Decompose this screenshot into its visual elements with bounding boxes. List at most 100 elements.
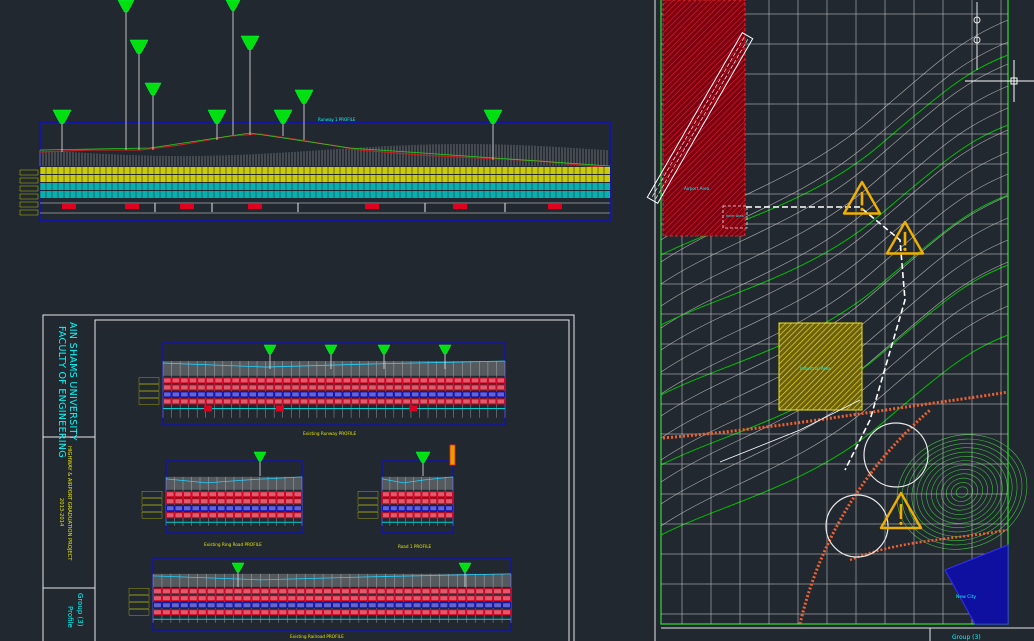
band-cell: [485, 589, 493, 594]
band-cell: [359, 589, 367, 594]
band-cell: [162, 603, 170, 608]
industrial-area-zone[interactable]: Industrial Area: [778, 322, 863, 411]
band-cell: [218, 492, 225, 497]
warning-dot: [860, 207, 864, 211]
band-cell: [175, 499, 182, 504]
band-cell: [162, 610, 170, 615]
band-cell: [216, 610, 224, 615]
band-cell: [198, 610, 206, 615]
band-cell: [488, 392, 496, 397]
band-cell: [240, 392, 248, 397]
band-cell: [252, 499, 259, 504]
band-cell: [333, 596, 340, 601]
curve-mark: [125, 204, 139, 209]
band-cell: [249, 385, 257, 390]
band-cell: [300, 399, 308, 404]
band-cell: [471, 378, 479, 383]
band-cell: [485, 603, 493, 608]
band-cell: [463, 385, 470, 390]
band-cell: [232, 399, 239, 404]
band-cell: [431, 589, 439, 594]
band-cell: [206, 392, 214, 397]
band-cell: [198, 589, 206, 594]
band-cell: [414, 492, 421, 497]
band-cell: [422, 492, 429, 497]
band-cell: [189, 385, 197, 390]
band-cell: [198, 385, 205, 390]
industrial-area-label: Industrial Area: [800, 366, 831, 371]
band-cell: [359, 610, 367, 615]
airport-area-zone[interactable]: Airport Area Inner Area: [646, 0, 754, 237]
band-cell: [395, 610, 403, 615]
band-cell: [411, 385, 419, 390]
band-cell: [189, 399, 197, 404]
band-cell: [288, 589, 296, 594]
band-cell: [497, 399, 504, 404]
band-cell: [411, 392, 419, 397]
band-cell: [292, 392, 299, 397]
band-cell: [192, 499, 199, 504]
band-cell: [175, 513, 182, 518]
band-cell: [216, 589, 224, 594]
band-cell: [225, 596, 233, 601]
band-cell: [476, 589, 484, 594]
band-cell: [404, 610, 412, 615]
band-cell: [395, 596, 403, 601]
band-cell: [240, 399, 248, 404]
band-cell: [494, 596, 502, 601]
band-cell: [446, 499, 452, 504]
band-cell: [360, 385, 368, 390]
band-cell: [352, 385, 359, 390]
band-cell: [306, 589, 314, 594]
band-cell: [252, 603, 260, 608]
band-cell: [277, 506, 284, 511]
band-cell: [368, 610, 376, 615]
band-cell: [497, 378, 504, 383]
band-cell: [198, 596, 206, 601]
band-cell: [446, 513, 452, 518]
band-cell: [218, 506, 225, 511]
band-cell: [235, 513, 242, 518]
band-cell: [201, 513, 208, 518]
band-cell: [171, 610, 179, 615]
band-cell: [275, 385, 282, 390]
university-name: AIN SHAMS UNIVERSITY: [67, 322, 78, 441]
band-cell: [288, 603, 296, 608]
band-cell: [266, 385, 274, 390]
band-cell: [341, 610, 349, 615]
band-cell: [454, 392, 462, 397]
band-cell: [258, 385, 265, 390]
band-cell: [403, 392, 410, 397]
band-cell: [431, 596, 439, 601]
band-cell: [406, 513, 413, 518]
curve-mark: [409, 405, 418, 412]
band-cell: [269, 492, 276, 497]
band-cell: [326, 392, 333, 397]
data-band: [163, 377, 505, 384]
band-cell: [223, 399, 231, 404]
band-cell: [386, 596, 394, 601]
band-cell: [480, 385, 487, 390]
new-city-label: New City: [956, 594, 976, 600]
band-cell: [172, 392, 180, 397]
band-cell: [315, 589, 323, 594]
band-cell: [201, 492, 208, 497]
band-cell: [167, 513, 174, 518]
band-cell: [283, 399, 291, 404]
sheet-name: Profile: [66, 606, 74, 628]
band-cell: [420, 399, 428, 404]
band-cell: [369, 385, 376, 390]
band-cell: [180, 603, 188, 608]
band-cell: [411, 378, 419, 383]
band-cell: [192, 492, 199, 497]
band-cell: [454, 399, 462, 404]
band-cell: [458, 603, 466, 608]
band-cell: [269, 506, 276, 511]
band-cell: [215, 378, 222, 383]
band-cell: [406, 506, 413, 511]
band-cell: [189, 378, 197, 383]
cad-model-space[interactable]: Runway 1 PROFILE AIN SHAMS UNIVERSITY FA…: [0, 0, 1034, 641]
band-cell: [503, 603, 510, 608]
band-cell: [390, 506, 397, 511]
band-cell: [164, 392, 171, 397]
